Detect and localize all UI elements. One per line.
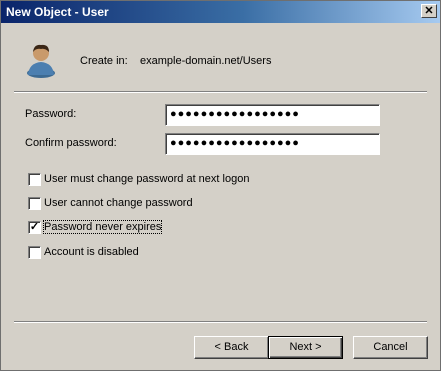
back-button[interactable]: < Back [194,336,269,359]
separator-top [14,91,427,93]
create-in-label: Create in: [80,55,128,67]
create-in-path: example-domain.net/Users [140,55,272,67]
confirm-password-field[interactable]: ●●●●●●●●●●●●●●●●● [165,133,380,155]
separator-bottom [14,321,427,323]
cancel-button[interactable]: Cancel [353,336,428,359]
must-change-password-label: User must change password at next logon [44,173,250,185]
password-field[interactable]: ●●●●●●●●●●●●●●●●● [165,104,380,126]
window-title: New Object - User [6,5,109,19]
cannot-change-password-label: User cannot change password [44,197,193,209]
close-button[interactable]: ✕ [421,4,437,18]
user-avatar-icon [27,44,55,78]
next-button[interactable]: Next > [268,336,343,359]
must-change-password-checkbox[interactable] [28,173,41,186]
title-bar[interactable]: New Object - User ✕ [1,1,440,23]
close-icon: ✕ [424,5,434,17]
account-disabled-checkbox[interactable] [28,246,41,259]
password-never-expires-checkbox[interactable]: ✓ [28,221,41,234]
password-never-expires-label: Password never expires [42,220,163,234]
cannot-change-password-checkbox[interactable] [28,197,41,210]
new-object-user-dialog: New Object - User ✕ Create in: example-d… [0,0,441,371]
account-disabled-label: Account is disabled [44,246,139,258]
confirm-password-label: Confirm password: [25,137,117,149]
password-label: Password: [25,108,77,120]
